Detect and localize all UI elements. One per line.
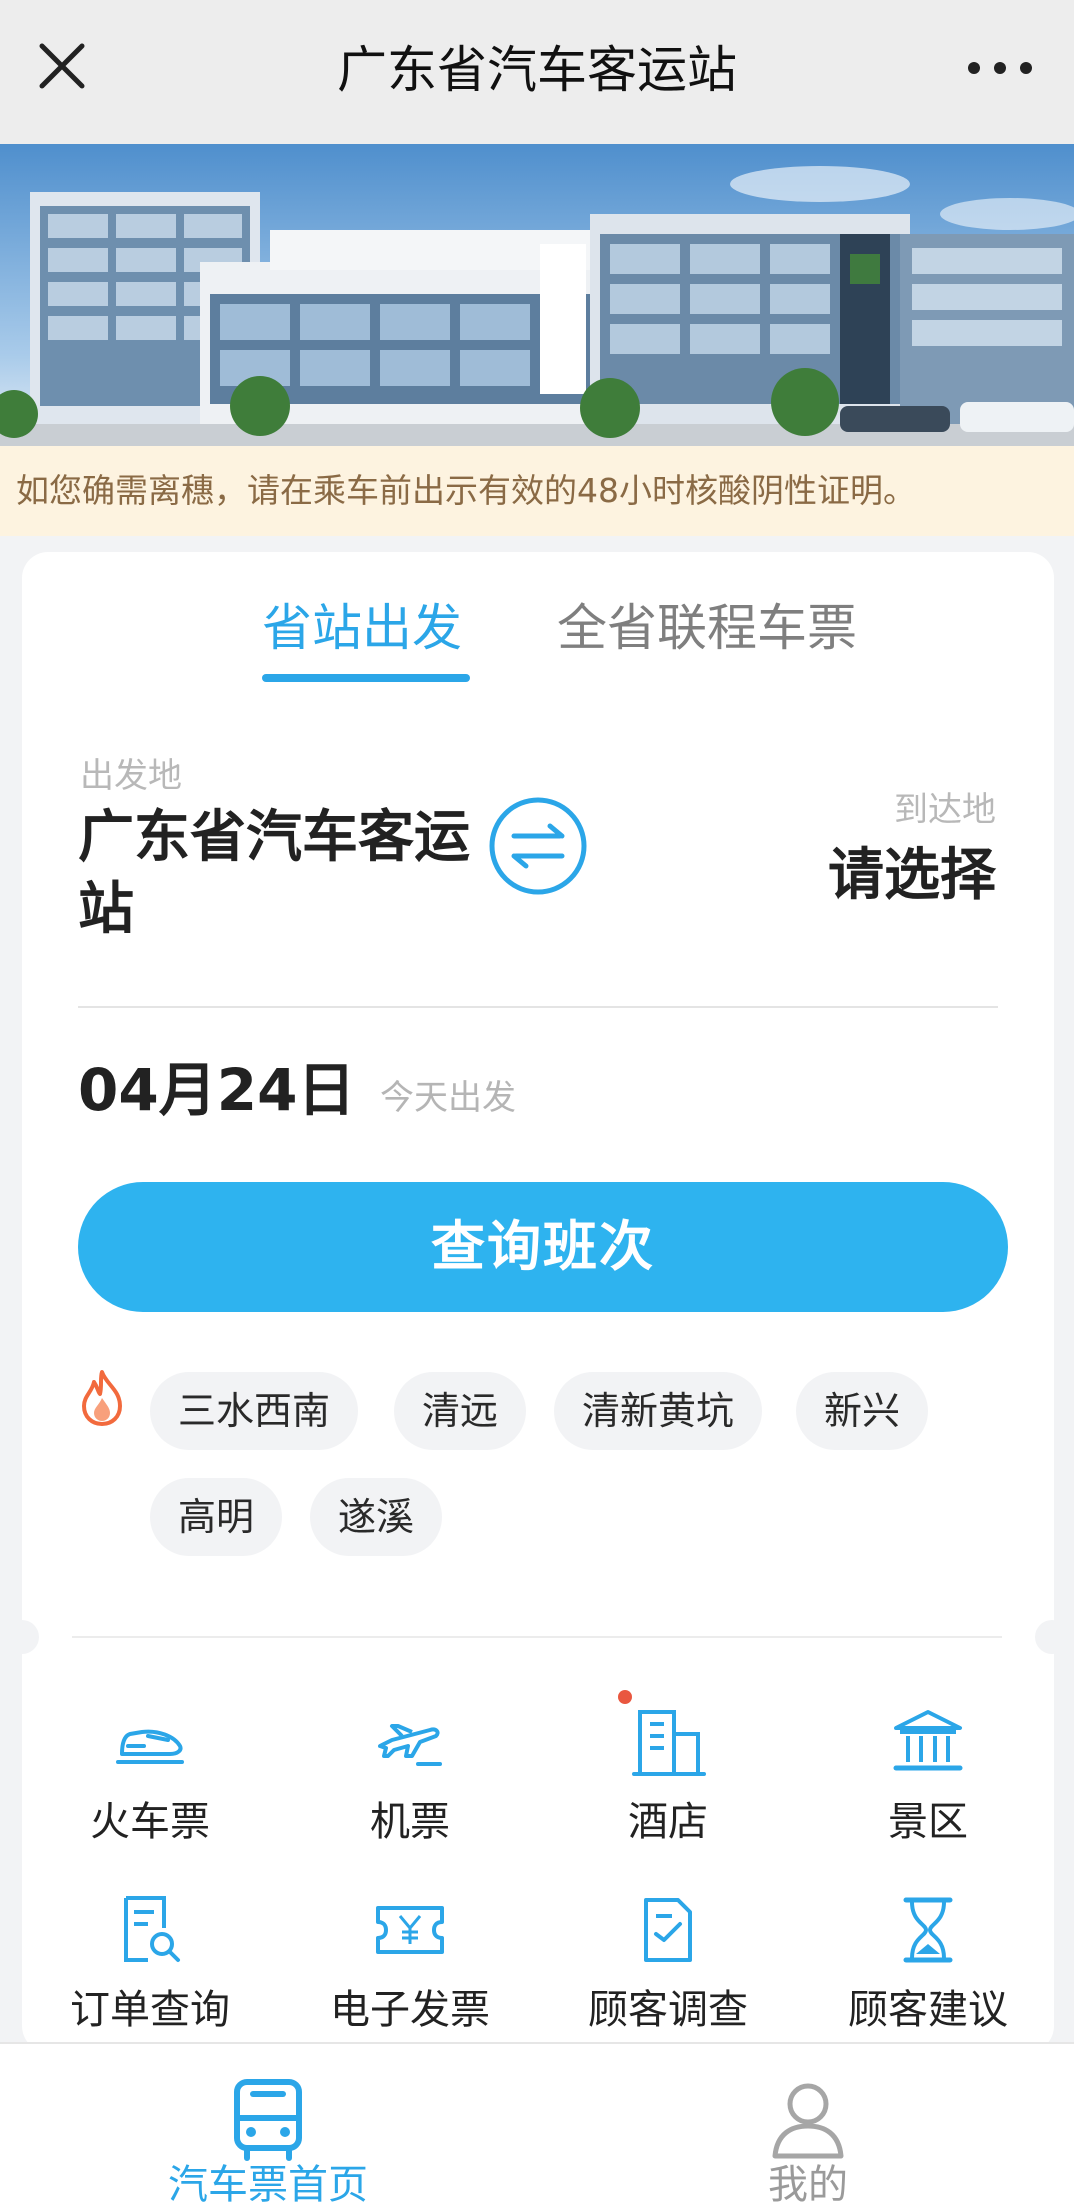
plane-icon — [378, 1724, 442, 1766]
service-label: 顾客调查 — [588, 1987, 748, 2033]
card-notch-left — [5, 1620, 39, 1654]
invoice-icon — [376, 1906, 444, 1954]
departure-label: 出发地 — [80, 756, 182, 796]
query-schedule-button[interactable]: 查询班次 — [78, 1182, 1008, 1312]
active-tab-indicator — [262, 674, 470, 682]
departure-station-selector[interactable]: 广东省汽车客运站 — [78, 802, 518, 946]
service-label: 机票 — [370, 1799, 450, 1845]
service-label: 订单查询 — [70, 1987, 230, 2033]
service-customer-survey[interactable]: 顾客调查 — [548, 1888, 788, 2036]
scenic-icon — [893, 1710, 963, 1771]
hot-destination-chip[interactable]: 高明 — [150, 1478, 283, 1556]
more-options-icon[interactable] — [960, 40, 1040, 96]
tab-province-connecting-tickets[interactable]: 全省联程车票 — [557, 594, 857, 662]
tab-provincial-departure[interactable]: 省站出发 — [262, 594, 462, 662]
hotel-icon — [632, 1710, 706, 1776]
tab-bus-ticket-home[interactable]: 汽车票首页 — [118, 2074, 418, 2204]
notification-dot — [618, 1690, 632, 1704]
arrival-station-selector[interactable]: 请选择 — [828, 840, 996, 912]
survey-icon — [644, 1898, 692, 1962]
bottom-tab-bar: 汽车票首页 我的 — [0, 2042, 1074, 2204]
hot-destination-chip[interactable]: 清新黄坑 — [554, 1372, 763, 1450]
service-label: 酒店 — [628, 1799, 708, 1845]
suggestion-icon — [903, 1897, 953, 1963]
notice-bar: 如您确需离穗，请在乘车前出示有效的48小时核酸阴性证明。 — [0, 446, 1074, 536]
service-label: 景区 — [888, 1799, 968, 1845]
service-label: 火车票 — [90, 1799, 210, 1845]
service-flight-tickets[interactable]: 机票 — [290, 1700, 530, 1848]
departure-date-selector[interactable]: 04月24日 — [78, 1052, 355, 1128]
train-icon — [116, 1729, 184, 1764]
service-label: 顾客建议 — [848, 1987, 1008, 2033]
hot-destination-chip[interactable]: 新兴 — [796, 1372, 929, 1450]
top-navigation-bar: 广东省汽车客运站 — [0, 0, 1074, 144]
service-scenic-spots[interactable]: 景区 — [808, 1700, 1048, 1848]
close-icon[interactable] — [34, 38, 90, 94]
card-notch-right — [1035, 1620, 1069, 1654]
service-hotel[interactable]: 酒店 — [548, 1690, 788, 1848]
tab-my-account[interactable]: 我的 — [658, 2074, 958, 2204]
arrival-label: 到达地 — [894, 790, 996, 830]
service-order-inquiry[interactable]: 订单查询 — [30, 1888, 270, 2036]
hot-destination-chip[interactable]: 三水西南 — [150, 1372, 359, 1450]
service-train-tickets[interactable]: 火车票 — [30, 1700, 270, 1848]
date-note: 今天出发 — [380, 1078, 516, 1118]
station-banner-image — [0, 144, 1074, 446]
hot-destination-chip[interactable]: 遂溪 — [310, 1478, 443, 1556]
service-label: 电子发票 — [330, 1987, 490, 2033]
hot-destination-chip[interactable]: 清远 — [394, 1372, 527, 1450]
tab-label: 汽车票首页 — [168, 2162, 368, 2204]
service-e-invoice[interactable]: 电子发票 — [290, 1888, 530, 2036]
bus-icon — [234, 2079, 302, 2161]
hot-flame-icon — [82, 1370, 122, 1426]
page-title: 广东省汽车客运站 — [337, 41, 737, 99]
divider — [78, 1006, 998, 1008]
tab-label: 我的 — [768, 2162, 848, 2204]
service-customer-suggestion[interactable]: 顾客建议 — [808, 1888, 1048, 2036]
user-icon — [772, 2083, 844, 2159]
swap-stations-icon[interactable] — [488, 796, 588, 896]
order-search-icon — [124, 1896, 180, 1962]
section-divider — [72, 1636, 1002, 1638]
app-page: 广东省汽车客运站 如您确需离穗，请在乘车前出示有效的48小时核酸阴性证明。 省站… — [0, 0, 1074, 2204]
